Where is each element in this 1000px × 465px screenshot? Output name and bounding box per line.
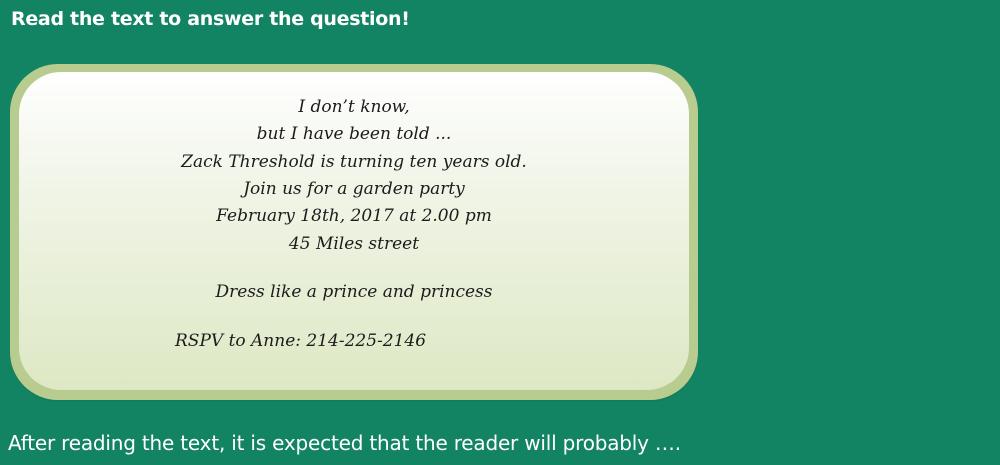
invitation-card: I don’t know, but I have been told ... Z… xyxy=(10,64,698,400)
invitation-line: Zack Threshold is turning ten years old. xyxy=(181,152,527,172)
invitation-line: I don’t know, xyxy=(298,97,410,117)
invitation-line: 45 Miles street xyxy=(288,234,420,254)
question-text: After reading the text, it is expected t… xyxy=(8,431,681,455)
invitation-line: Join us for a garden party xyxy=(243,179,465,199)
dress-code: Dress like a prince and princess xyxy=(215,282,493,302)
instruction-heading: Read the text to answer the question! xyxy=(11,8,410,30)
rsvp-line: RSPV to Anne: 214-225-2146 xyxy=(175,331,427,351)
invitation-line: February 18th, 2017 at 2.00 pm xyxy=(216,206,492,226)
invitation-line: but I have been told ... xyxy=(256,124,452,144)
invitation-card-body: I don’t know, but I have been told ... Z… xyxy=(19,72,689,390)
